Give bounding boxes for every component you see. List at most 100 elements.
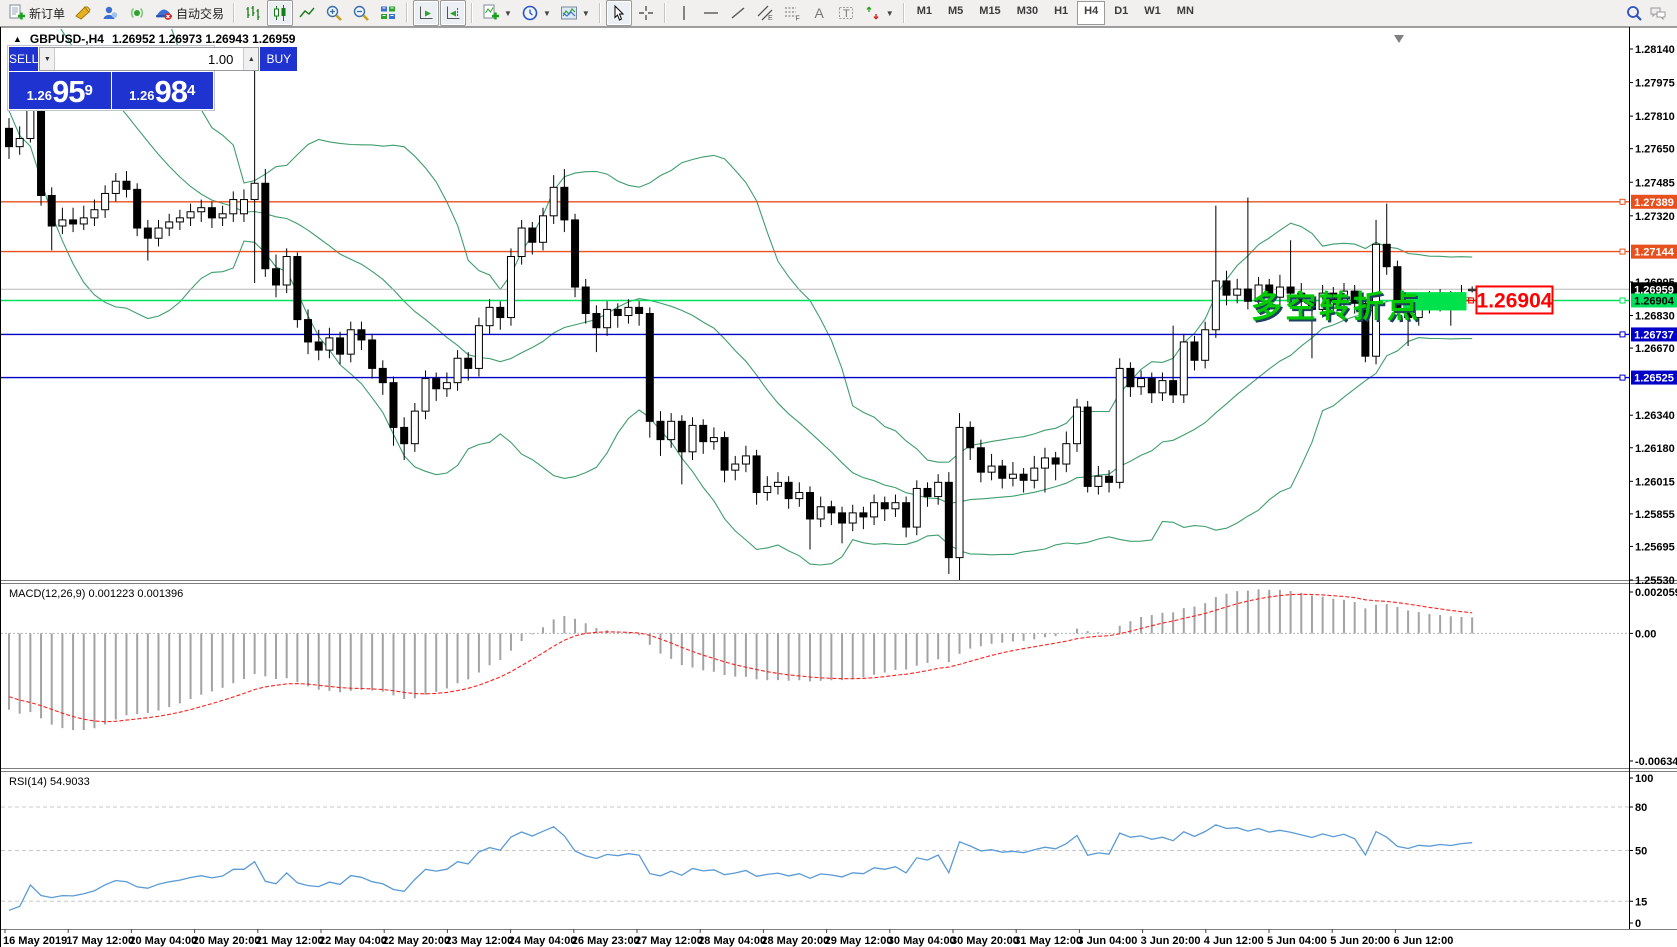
candle-body <box>945 482 952 557</box>
candle-body <box>732 464 739 470</box>
cone-icon <box>74 4 92 22</box>
tab-timeframe-m1[interactable]: M1 <box>910 1 939 25</box>
candle-body <box>967 427 974 447</box>
sell-price-button[interactable]: 1.26959 <box>9 72 111 109</box>
new-order-button[interactable]: 新订单 <box>4 0 69 26</box>
price-tick-label: 1.25530 <box>1635 575 1675 587</box>
sell-button[interactable]: SELL <box>9 47 38 71</box>
candle-body <box>657 421 664 439</box>
trendline-tool-button[interactable] <box>725 0 751 26</box>
candle-body <box>977 448 984 472</box>
tab-timeframe-m5[interactable]: M5 <box>941 1 970 25</box>
candle-body <box>742 456 749 464</box>
fibonacci-tool-button[interactable]: F <box>779 0 805 26</box>
candlestick-chart-button[interactable] <box>267 0 293 26</box>
price-tick-label: 1.26015 <box>1635 476 1675 488</box>
chevron-down-icon: ▼ <box>543 9 551 18</box>
history-center-button[interactable] <box>70 0 96 26</box>
person-icon <box>101 4 119 22</box>
signal-button[interactable] <box>124 0 150 26</box>
chat-icon[interactable] <box>1649 4 1667 22</box>
bar-chart-button[interactable] <box>240 0 266 26</box>
chevron-down-icon: ▼ <box>582 9 590 18</box>
turning-point-annotation[interactable]: 多空转折点 <box>1251 290 1421 325</box>
vertical-line-icon <box>675 4 693 22</box>
equidistant-channel-tool-button[interactable]: E <box>752 0 778 26</box>
indicators-button[interactable]: ▼ <box>478 0 516 26</box>
volume-increase-button[interactable]: ▲ <box>243 48 258 70</box>
tab-timeframe-h1[interactable]: H1 <box>1047 1 1075 25</box>
rsi-tick-label: 0 <box>1635 918 1641 930</box>
time-tick-label: 20 May 04:00 <box>129 935 197 947</box>
tile-windows-button[interactable] <box>375 0 401 26</box>
chart-canvas[interactable]: 1.26904多空转折点1.281401.279751.278101.27650… <box>1 27 1677 947</box>
collapse-triangle-icon[interactable]: ▲ <box>13 34 22 44</box>
chevron-down-icon: ▼ <box>504 9 512 18</box>
tab-timeframe-mn[interactable]: MN <box>1170 1 1201 25</box>
price-tick-label: 1.25855 <box>1635 509 1675 521</box>
auto-scroll-button[interactable] <box>413 0 439 26</box>
community-button[interactable] <box>97 0 123 26</box>
time-tick-label: 6 Jun 12:00 <box>1393 935 1453 947</box>
candle-body <box>1106 476 1113 482</box>
level-line-handle[interactable] <box>1620 298 1625 303</box>
candle-body <box>358 330 365 340</box>
text-label-tool-button[interactable]: T <box>833 0 859 26</box>
auto-trading-icon <box>155 4 173 22</box>
templates-button[interactable]: ▼ <box>556 0 594 26</box>
buy-button[interactable]: BUY <box>260 47 297 71</box>
candle-body <box>123 181 130 189</box>
candle-body <box>454 358 461 382</box>
cursor-tool-button[interactable] <box>606 0 632 26</box>
tab-timeframe-w1[interactable]: W1 <box>1137 1 1168 25</box>
periods-button[interactable]: ▼ <box>517 0 555 26</box>
candle-body <box>753 456 760 493</box>
search-icon[interactable] <box>1625 4 1643 22</box>
tab-timeframe-d1[interactable]: D1 <box>1107 1 1135 25</box>
auto-trading-button[interactable]: 自动交易 <box>151 0 228 26</box>
buy-price-button[interactable]: 1.26984 <box>112 72 214 109</box>
chart-shift-button[interactable] <box>440 0 466 26</box>
level-line-handle[interactable] <box>1620 249 1625 254</box>
candle-body <box>700 425 707 441</box>
vertical-line-tool-button[interactable] <box>671 0 697 26</box>
candle-body <box>828 507 835 513</box>
level-line-handle[interactable] <box>1620 375 1625 380</box>
volume-input[interactable] <box>55 48 243 70</box>
candle-body <box>326 338 333 350</box>
tab-timeframe-h4[interactable]: H4 <box>1077 1 1105 25</box>
signal-icon <box>128 4 146 22</box>
candle-body <box>134 189 141 228</box>
volume-decrease-button[interactable]: ▼ <box>40 48 55 70</box>
horizontal-line-tool-button[interactable] <box>698 0 724 26</box>
sell-price-prefix: 1.26 <box>27 85 52 107</box>
cursor-icon <box>610 4 628 22</box>
candle-body <box>390 383 397 428</box>
crosshair-tool-button[interactable] <box>633 0 659 26</box>
rsi-label: RSI(14) 54.9033 <box>9 776 90 788</box>
tab-timeframe-m30[interactable]: M30 <box>1010 1 1045 25</box>
line-chart-button[interactable] <box>294 0 320 26</box>
price-tick-label: 1.27975 <box>1635 78 1675 90</box>
tab-timeframe-m15[interactable]: M15 <box>972 1 1007 25</box>
toolbar-separator <box>471 3 473 23</box>
candle-body <box>1020 474 1027 480</box>
candle-body <box>625 307 632 315</box>
level-line-handle[interactable] <box>1620 199 1625 204</box>
zoom-in-button[interactable] <box>321 0 347 26</box>
candlestick-chart-icon <box>271 4 289 22</box>
candle-body <box>710 438 717 442</box>
candle-body <box>433 379 440 389</box>
arrows-tool-button[interactable]: ▼ <box>860 0 898 26</box>
price-tick-label: 1.25695 <box>1635 541 1675 553</box>
level-price-label: 1.27389 <box>1634 197 1674 209</box>
candle-body <box>208 208 215 218</box>
text-tool-button[interactable]: A <box>806 0 832 26</box>
candle-body <box>337 338 344 354</box>
zoom-out-button[interactable] <box>348 0 374 26</box>
candle-body <box>839 513 846 523</box>
price-tick-label: 1.26830 <box>1635 311 1675 323</box>
arrows-icon <box>864 4 882 22</box>
level-line-handle[interactable] <box>1620 332 1625 337</box>
candle-body <box>764 486 771 492</box>
